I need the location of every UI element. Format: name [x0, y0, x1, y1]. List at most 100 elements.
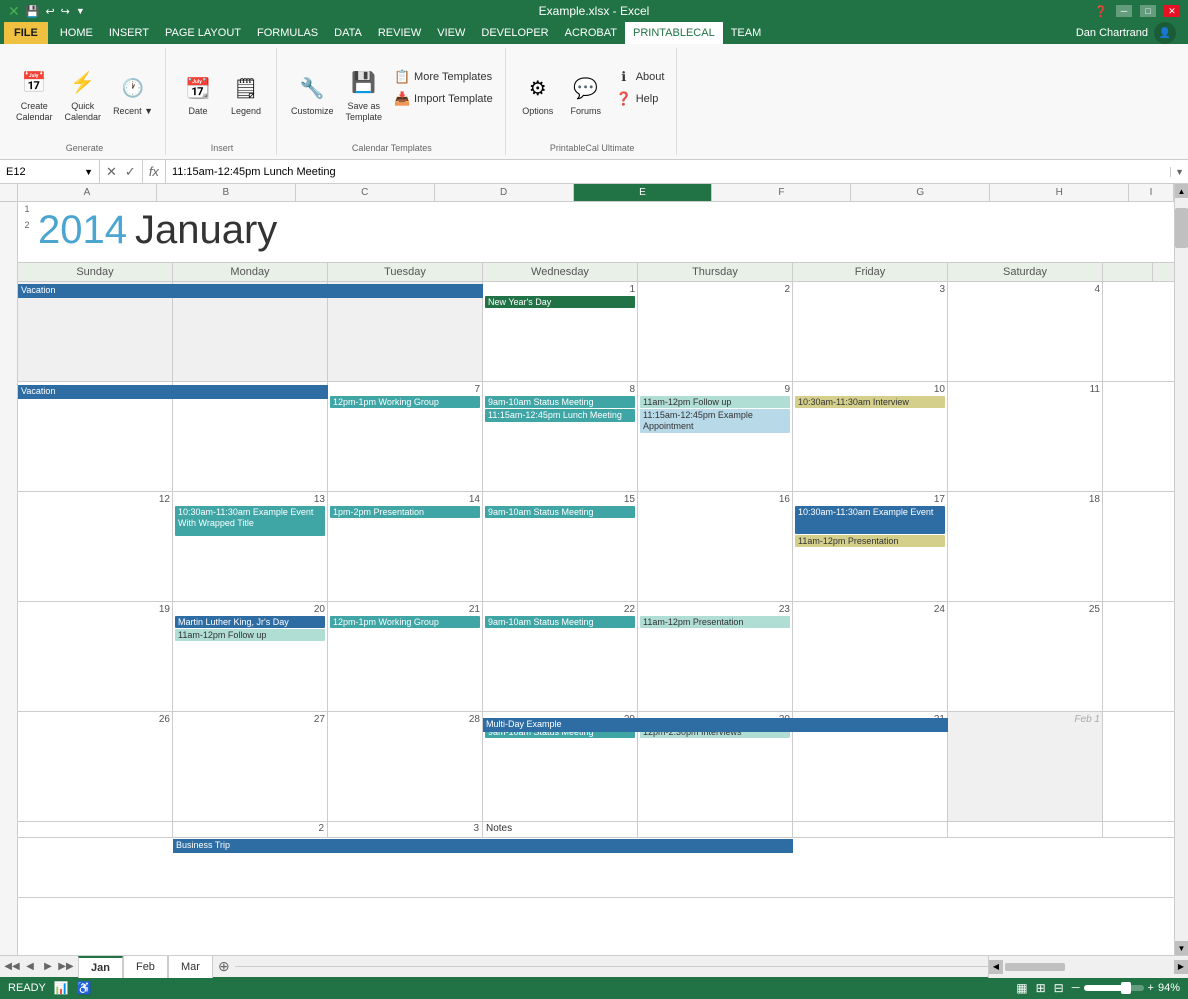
w3-tue[interactable]: 14 1pm-2pm Presentation: [328, 492, 483, 601]
w3-wed[interactable]: 15 9am-10am Status Meeting: [483, 492, 638, 601]
customize-button[interactable]: 🔧 Customize: [287, 70, 338, 119]
w1-wed[interactable]: 1 New Year's Day: [483, 282, 638, 381]
developer-menu[interactable]: DEVELOPER: [473, 22, 556, 44]
w5-tue[interactable]: 28: [328, 712, 483, 821]
h-scroll-track[interactable]: [1005, 963, 1172, 971]
sheet-nav-next[interactable]: ▶: [40, 959, 56, 975]
home-menu[interactable]: HOME: [52, 22, 101, 44]
sheet-tab-add[interactable]: ⊕: [213, 956, 235, 978]
sheet-tab-feb[interactable]: Feb: [123, 956, 168, 978]
printablecal-menu[interactable]: PRINTABLECAL: [625, 22, 723, 44]
w4-sun[interactable]: 19: [18, 602, 173, 711]
w2-fri[interactable]: 10 10:30am-11:30am Interview: [793, 382, 948, 491]
quick-calendar-button[interactable]: ⚡ QuickCalendar: [61, 65, 106, 125]
quick-access-save[interactable]: 💾: [26, 5, 40, 18]
w3-mon[interactable]: 13 10:30am-11:30am Example Event With Wr…: [173, 492, 328, 601]
v-scroll-up[interactable]: ▲: [1175, 184, 1188, 198]
minimize-button[interactable]: ─: [1116, 5, 1132, 17]
sheet-tab-jan[interactable]: Jan: [78, 956, 123, 978]
more-templates-button[interactable]: 📋 More Templates: [390, 67, 497, 87]
w2-thu[interactable]: 9 11am-12pm Follow up 11:15am-12:45pm Ex…: [638, 382, 793, 491]
w4-mon[interactable]: 20 Martin Luther King, Jr's Day 11am-12p…: [173, 602, 328, 711]
restore-button[interactable]: □: [1140, 5, 1156, 17]
v-scroll-track[interactable]: [1175, 198, 1188, 941]
formula-expand[interactable]: ▼: [1170, 167, 1188, 177]
user-avatar[interactable]: 👤: [1154, 22, 1176, 44]
close-button[interactable]: ✕: [1164, 5, 1180, 17]
col-header-c[interactable]: C: [296, 184, 435, 201]
col-header-b[interactable]: B: [157, 184, 296, 201]
legend-button[interactable]: 🗒 Legend: [224, 70, 268, 119]
col-header-f[interactable]: F: [712, 184, 851, 201]
col-header-e[interactable]: E: [574, 184, 713, 201]
w3-sat[interactable]: 18: [948, 492, 1103, 601]
help-icon[interactable]: ❓: [1094, 5, 1108, 18]
layout-page-break-icon[interactable]: ⊟: [1054, 981, 1064, 995]
w4-tue[interactable]: 21 12pm-1pm Working Group: [328, 602, 483, 711]
w3-sun[interactable]: 12: [18, 492, 173, 601]
cell-reference-box[interactable]: E12 ▼: [0, 160, 100, 183]
h-scroll-right[interactable]: ▶: [1174, 960, 1188, 974]
options-button[interactable]: ⚙ Options: [516, 70, 560, 119]
col-header-h[interactable]: H: [990, 184, 1129, 201]
page-layout-menu[interactable]: PAGE LAYOUT: [157, 22, 249, 44]
w5-sat[interactable]: Feb 1: [948, 712, 1103, 821]
w2-wed[interactable]: 8 9am-10am Status Meeting 11:15am-12:45p…: [483, 382, 638, 491]
v-scroll-down[interactable]: ▼: [1175, 941, 1188, 955]
quick-access-undo[interactable]: ↩: [45, 5, 54, 18]
col-header-a[interactable]: A: [18, 184, 157, 201]
w1-sat[interactable]: 4: [948, 282, 1103, 381]
sheet-nav-last[interactable]: ▶▶: [58, 959, 74, 975]
w5-mon[interactable]: 27: [173, 712, 328, 821]
col-header-i[interactable]: I: [1129, 184, 1174, 201]
quick-access-dropdown[interactable]: ▼: [76, 6, 85, 16]
save-as-template-button[interactable]: 💾 Save asTemplate: [342, 65, 387, 125]
h-scroll-left[interactable]: ◀: [989, 960, 1003, 974]
layout-page-icon[interactable]: ⊞: [1036, 981, 1046, 995]
import-template-button[interactable]: 📥 Import Template: [390, 89, 497, 109]
forums-button[interactable]: 💬 Forums: [564, 70, 608, 119]
v-scrollbar[interactable]: ▲ ▼: [1174, 184, 1188, 955]
sheet-nav-prev[interactable]: ◀: [22, 959, 38, 975]
zoom-slider-thumb[interactable]: [1121, 982, 1131, 994]
view-menu[interactable]: VIEW: [429, 22, 473, 44]
h-scrollbar[interactable]: ◀ ▶: [988, 956, 1188, 978]
about-button[interactable]: ℹ About: [612, 67, 669, 87]
col-header-d[interactable]: D: [435, 184, 574, 201]
formula-input[interactable]: 11:15am-12:45pm Lunch Meeting: [166, 160, 1170, 183]
acrobat-menu[interactable]: ACROBAT: [557, 22, 625, 44]
sheet-tab-mar[interactable]: Mar: [168, 956, 213, 978]
zoom-in-btn[interactable]: +: [1148, 982, 1154, 994]
formulas-menu[interactable]: FORMULAS: [249, 22, 326, 44]
w4-wed[interactable]: 22 9am-10am Status Meeting: [483, 602, 638, 711]
formula-confirm[interactable]: ✓: [123, 164, 138, 180]
w2-sat[interactable]: 11: [948, 382, 1103, 491]
col-header-g[interactable]: G: [851, 184, 990, 201]
review-menu[interactable]: REVIEW: [370, 22, 429, 44]
w2-tue[interactable]: 7 12pm-1pm Working Group: [328, 382, 483, 491]
w4-thu[interactable]: 23 11am-12pm Presentation: [638, 602, 793, 711]
w1-fri[interactable]: 3: [793, 282, 948, 381]
layout-normal-icon[interactable]: ▦: [1016, 981, 1027, 995]
date-button[interactable]: 📆 Date: [176, 70, 220, 119]
v-scroll-thumb[interactable]: [1175, 208, 1188, 248]
w4-fri[interactable]: 24: [793, 602, 948, 711]
w4-sat[interactable]: 25: [948, 602, 1103, 711]
quick-access-redo[interactable]: ↪: [61, 5, 70, 18]
w1-thu[interactable]: 2: [638, 282, 793, 381]
zoom-out-btn[interactable]: ─: [1072, 982, 1080, 994]
w3-fri[interactable]: 17 10:30am-11:30am Example Event 11am-12…: [793, 492, 948, 601]
recent-button[interactable]: 🕐 Recent ▼: [109, 70, 157, 119]
sheet-nav-first[interactable]: ◀◀: [4, 959, 20, 975]
insert-menu[interactable]: INSERT: [101, 22, 157, 44]
w3-thu[interactable]: 16: [638, 492, 793, 601]
data-menu[interactable]: DATA: [326, 22, 370, 44]
help-button[interactable]: ❓ Help: [612, 89, 669, 109]
team-menu[interactable]: TEAM: [723, 22, 770, 44]
create-calendar-button[interactable]: 📅 CreateCalendar: [12, 65, 57, 125]
formula-cancel[interactable]: ✕: [104, 164, 119, 180]
file-menu[interactable]: FILE: [4, 22, 48, 44]
cell-ref-dropdown[interactable]: ▼: [84, 167, 93, 177]
w5-sun[interactable]: 26: [18, 712, 173, 821]
zoom-slider[interactable]: [1084, 985, 1144, 991]
